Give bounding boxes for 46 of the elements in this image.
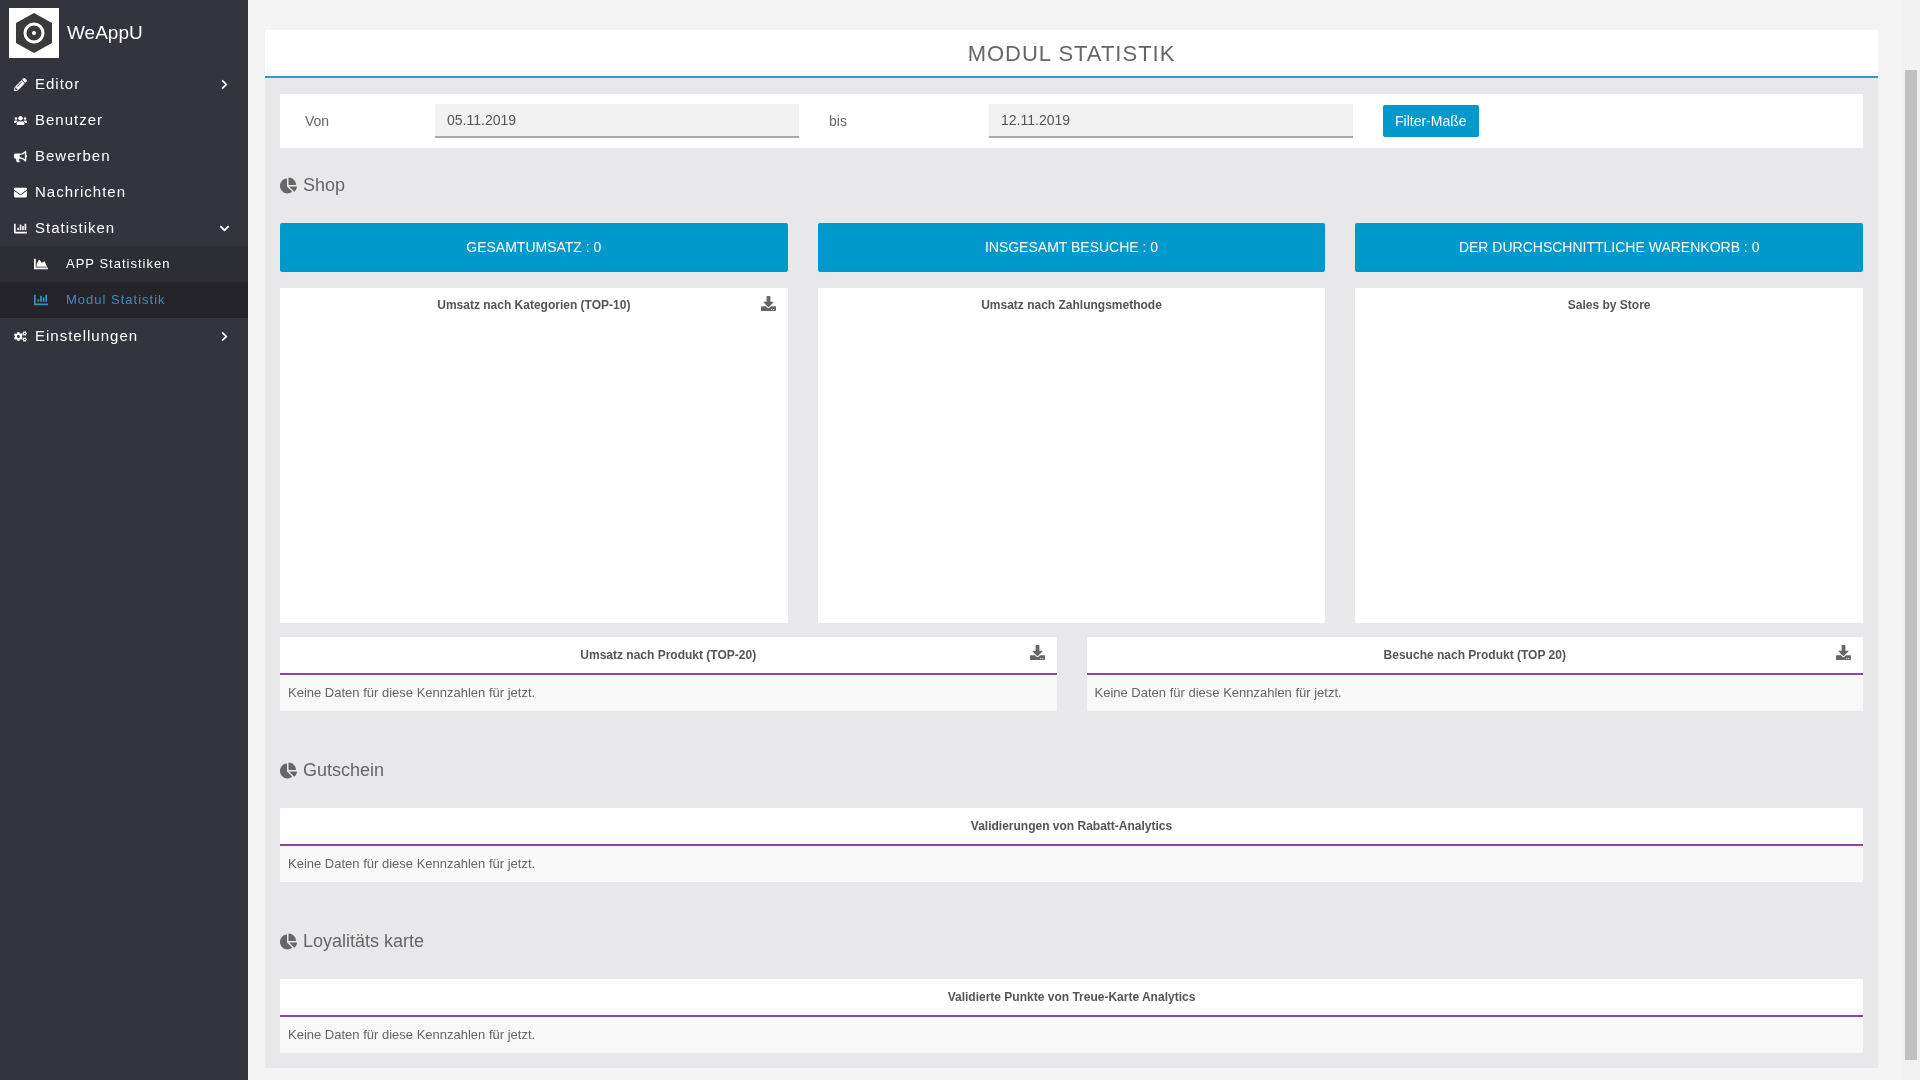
table-title: Validierte Punkte von Treue-Karte Analytics [947, 989, 1196, 1006]
page-title: MODUL STATISTIK [967, 39, 1176, 68]
to-date-field[interactable]: 12.11.2019 [989, 104, 1353, 138]
section-title: Loyalitäts karte [303, 930, 425, 953]
table-title: Validierungen von Rabatt-Analytics [970, 818, 1173, 835]
pie-chart-icon [280, 933, 297, 950]
table-title: Umsatz nach Produkt (TOP-20) [580, 647, 757, 664]
section-title: Gutschein [303, 759, 385, 782]
download-icon[interactable] [760, 296, 776, 311]
to-label: bis [829, 111, 848, 131]
nav-icon [14, 77, 27, 91]
empty-message: Keine Daten für diese Kennzahlen für jetzt. [288, 1026, 536, 1045]
nav-item[interactable]: Nachrichten [0, 174, 248, 210]
pie-chart-icon [280, 762, 297, 779]
logo-icon [9, 8, 59, 58]
nav-item[interactable]: Bewerben [0, 138, 248, 174]
nav-item[interactable]: Benutzer [0, 102, 248, 138]
nav-item[interactable]: Statistiken [0, 210, 248, 246]
kpi-tile: GESAMTUMSATZ : 0 [280, 223, 788, 272]
empty-message: Keine Daten für diese Kennzahlen für jetzt. [1094, 684, 1342, 703]
nav-icon [14, 149, 27, 163]
table-title: Besuche nach Produkt (TOP 20) [1383, 647, 1566, 664]
from-label: Von [305, 111, 331, 131]
chart-title: Umsatz nach Zahlungsmethode [981, 297, 1162, 314]
chart-icon [34, 257, 48, 271]
nav-item[interactable]: Einstellungen [0, 318, 248, 354]
nav-icon [14, 113, 27, 127]
nav-item[interactable]: Editor [0, 66, 248, 102]
pie-chart-icon [280, 177, 297, 194]
from-date-field[interactable]: 05.11.2019 [435, 104, 799, 138]
kpi-tile: INSGESAMT BESUCHE : 0 [817, 223, 1326, 272]
empty-message: Keine Daten für diese Kennzahlen für jetzt. [288, 855, 536, 874]
download-icon[interactable] [1029, 645, 1045, 660]
nav-subitem[interactable]: APP Statistiken [0, 246, 248, 282]
nav-icon [14, 221, 27, 235]
nav-subitem[interactable]: Modul Statistik [0, 282, 248, 318]
nav-icon [14, 329, 27, 343]
kpi-tile: DER DURCHSCHNITTLICHE WARENKORB : 0 [1355, 223, 1863, 272]
empty-message: Keine Daten für diese Kennzahlen für jetzt. [288, 684, 536, 703]
chart-icon [34, 293, 48, 307]
nav-icon [14, 185, 27, 199]
download-icon[interactable] [1836, 645, 1851, 660]
section-title: Shop [303, 174, 346, 197]
brand-name: WeAppU [67, 20, 143, 45]
chart-title: Umsatz nach Kategorien (TOP-10) [437, 297, 631, 314]
chart-title: Sales by Store [1567, 297, 1651, 314]
